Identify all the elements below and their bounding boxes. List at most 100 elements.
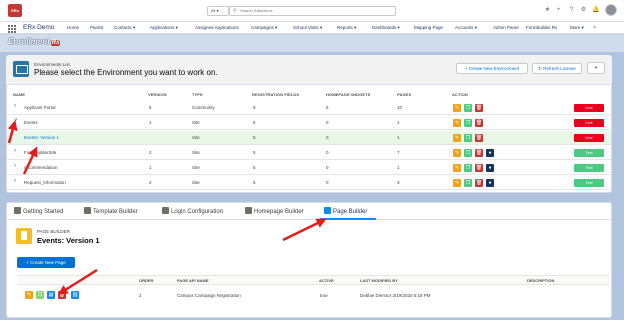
col-homepage-widgets[interactable]: HOMEPAGE WIDGETS [326, 92, 370, 97]
nav-item-reports[interactable]: Reports ▾ [337, 25, 356, 31]
copy-icon[interactable]: ❐ [36, 291, 44, 299]
col-registration-fields[interactable]: REGISTRATION FIELDS [252, 92, 299, 97]
preview-icon[interactable]: ▤ [47, 291, 55, 299]
env-name[interactable]: Events: Version 1 [24, 135, 59, 140]
env-type: Site [192, 135, 200, 140]
copy-icon[interactable]: ❐ [464, 119, 472, 127]
table-row[interactable]: › FormBuilderSite 2 Site 5 0 7 ✎ ❐ 🗑 ● T… [7, 146, 611, 160]
link-icon[interactable]: ⛓ [71, 291, 79, 299]
col-description[interactable]: DESCRIPTION [527, 278, 554, 283]
nav-item-assigned-applications[interactable]: Assigned Applications [195, 25, 239, 30]
edit-icon[interactable]: ✎ [453, 164, 461, 172]
nav-item-dashboards[interactable]: Dashboards ▾ [372, 25, 400, 31]
col-order[interactable]: ORDER [139, 278, 153, 283]
env-name: Request_Information [24, 180, 66, 185]
create-environment-button[interactable]: + Create New Environment [456, 63, 528, 74]
getting-started-icon [14, 207, 21, 214]
notification-bell-icon[interactable]: 🔔 [592, 7, 599, 14]
status-badge[interactable]: Test [574, 164, 604, 172]
col-version[interactable]: VERSION [148, 92, 167, 97]
delete-icon[interactable]: 🗑 [475, 179, 483, 187]
copy-icon[interactable]: ❐ [464, 104, 472, 112]
table-row[interactable]: ˅ Events 1 Site 5 0 1 ✎ ❐ 🗑 Live [7, 116, 611, 130]
col-pages[interactable]: PAGES [397, 92, 411, 97]
table-row[interactable]: › Applicant Portal 6 Community 9 5 10 ✎ … [7, 101, 611, 115]
table-row-selected[interactable]: Events: Version 1 Site 5 0 1 ✎ ❐ 🗑 Live [7, 131, 611, 145]
star-icon[interactable]: ★ [544, 7, 551, 14]
delete-icon[interactable]: 🗑 [58, 291, 66, 299]
env-widgets: 0 [326, 150, 329, 155]
table-row[interactable]: › Request_Information 2 Site 5 0 3 ✎ ❐ 🗑… [7, 176, 611, 190]
nav-item-school-visits[interactable]: School Visits ▾ [293, 25, 322, 31]
copy-icon[interactable]: ❐ [464, 179, 472, 187]
user-icon[interactable]: ● [486, 149, 494, 157]
nav-item-applications[interactable]: Applications ▾ [150, 25, 178, 31]
env-widgets: 0 [326, 165, 329, 170]
col-last-modified-by[interactable]: LAST MODIFIED BY [360, 278, 398, 283]
nav-item-formbuilder-rx[interactable]: FormBuilder Rx [526, 25, 557, 30]
col-type[interactable]: TYPE [192, 92, 203, 97]
edit-icon[interactable]: ✎ [453, 179, 461, 187]
help-icon[interactable]: ? [568, 7, 575, 14]
nav-item-home[interactable]: Home [67, 25, 79, 30]
search-scope-select[interactable]: All ▾ [207, 6, 229, 16]
more-actions-dropdown[interactable]: ▾ [587, 62, 605, 74]
user-icon[interactable]: ● [486, 179, 494, 187]
create-new-page-button[interactable]: + Create New Page [17, 257, 75, 268]
copy-icon[interactable]: ❐ [464, 149, 472, 157]
nav-item-accounts[interactable]: Accounts ▾ [455, 25, 477, 31]
col-action[interactable]: ACTION [452, 92, 468, 97]
col-page-api-name[interactable]: PAGE API NAME [177, 278, 209, 283]
edit-icon[interactable]: ✎ [453, 149, 461, 157]
delete-icon[interactable]: 🗑 [475, 119, 483, 127]
setup-gear-icon[interactable]: ⚙ [580, 7, 587, 14]
chevron-down-icon[interactable]: ˅ [14, 118, 18, 124]
nav-item-campaigns[interactable]: Campaigns ▾ [251, 25, 277, 31]
edit-icon[interactable]: ✎ [25, 291, 33, 299]
chevron-right-icon[interactable]: › [14, 148, 16, 154]
refresh-license-button[interactable]: ↻ Refresh License [532, 63, 582, 74]
chevron-right-icon[interactable]: › [14, 103, 16, 109]
status-badge[interactable]: Test [574, 149, 604, 157]
tab-getting-started[interactable]: Getting Started [14, 207, 63, 215]
env-reg-fields: 5 [253, 120, 256, 125]
col-name[interactable]: NAME [13, 92, 25, 97]
tab-login-configuration[interactable]: Login Configuration [162, 207, 223, 215]
status-badge[interactable]: Test [574, 179, 604, 187]
nav-item-admin-panel[interactable]: Admin Panel [493, 25, 519, 30]
copy-icon[interactable]: ❐ [464, 134, 472, 142]
tab-template-builder[interactable]: Template Builder [84, 207, 138, 215]
environments-breadcrumb[interactable]: Environments List [34, 62, 70, 67]
tab-homepage-builder[interactable]: Homepage Builder [245, 207, 304, 215]
nav-item-pardot[interactable]: Pardot [90, 25, 103, 30]
edit-icon[interactable]: ✎ [453, 134, 461, 142]
nav-item-more[interactable]: More ▾ [570, 25, 584, 31]
add-icon[interactable]: + [555, 7, 562, 14]
nav-item-mapping-page[interactable]: Mapping Page [414, 25, 443, 30]
app-launcher-icon[interactable] [8, 25, 16, 33]
status-badge[interactable]: Live [574, 134, 604, 142]
delete-icon[interactable]: 🗑 [475, 134, 483, 142]
delete-icon[interactable]: 🗑 [475, 149, 483, 157]
org-logo[interactable]: ERx [8, 4, 22, 17]
tab-page-builder[interactable]: Page Builder [324, 207, 367, 215]
avatar[interactable] [605, 4, 617, 16]
copy-icon[interactable]: ❐ [464, 164, 472, 172]
chevron-right-icon[interactable]: › [14, 163, 16, 169]
status-badge[interactable]: Live [574, 119, 604, 127]
chevron-right-icon[interactable]: › [14, 178, 16, 184]
user-icon[interactable]: ● [486, 164, 494, 172]
delete-icon[interactable]: 🗑 [475, 164, 483, 172]
delete-icon[interactable]: 🗑 [475, 104, 483, 112]
environments-title: Please select the Environment you want t… [34, 68, 218, 77]
col-active[interactable]: ACTIVE [319, 278, 334, 283]
page-last-modified: Debbie Director 3/19/2020 5:18 PM [360, 293, 431, 298]
status-badge[interactable]: Live [574, 104, 604, 112]
table-row[interactable]: › recommendation 1 Site 5 0 1 ✎ ❐ 🗑 ● Te… [7, 161, 611, 175]
edit-icon[interactable]: ✎ [453, 104, 461, 112]
page-row[interactable]: ✎ ❐ ▤ 🗑 ⛓ 2 Campus Campaign Registration… [17, 288, 609, 302]
edit-nav-icon[interactable]: ✎ [593, 25, 597, 31]
edit-icon[interactable]: ✎ [453, 119, 461, 127]
search-input[interactable]: ⚲ Search Salesforce [229, 6, 396, 16]
nav-item-contacts[interactable]: Contacts ▾ [114, 25, 135, 31]
